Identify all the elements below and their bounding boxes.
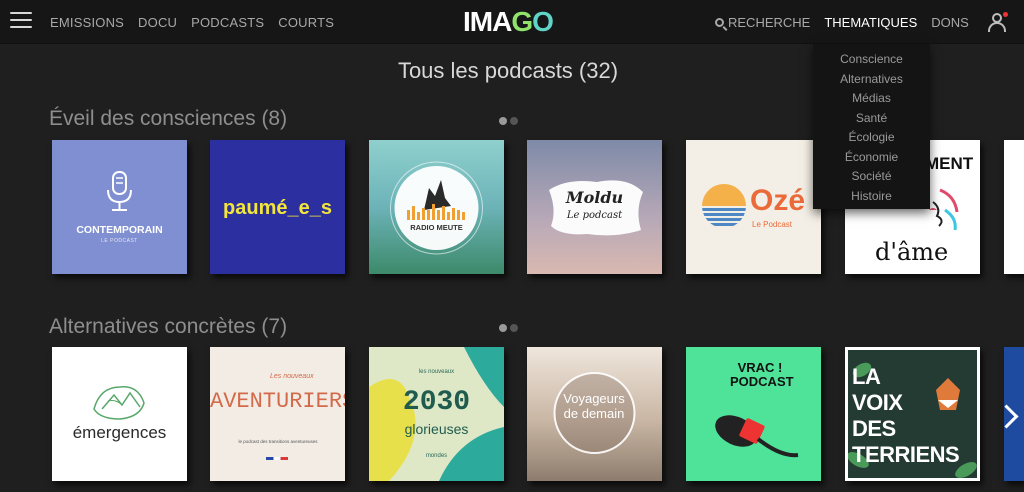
dropdown-item-histoire[interactable]: Histoire xyxy=(813,187,930,207)
carousel-next-arrow[interactable] xyxy=(994,390,1022,450)
tile-subtitle: LE PODCAST xyxy=(101,238,138,244)
tile-subtitle: Le Podcast xyxy=(752,220,793,229)
tile-title: AVENTURIERS xyxy=(210,389,345,414)
secondary-nav: RECHERCHE THEMATIQUES DONS xyxy=(715,15,969,30)
dropdown-item-societe[interactable]: Société xyxy=(813,167,930,187)
podcast-tile-voix-des-terriens[interactable]: LA VOIX DES TERRIENS xyxy=(845,347,980,481)
podcast-tile-oze[interactable]: Ozé Le Podcast xyxy=(686,140,821,274)
carousel-dots[interactable] xyxy=(499,117,518,125)
carousel-next-arrow[interactable] xyxy=(994,183,1022,243)
user-account-icon[interactable] xyxy=(987,12,1008,32)
imago-logo[interactable]: IMAGO xyxy=(463,6,554,38)
nav-dons[interactable]: DONS xyxy=(931,15,969,30)
dropdown-item-medias[interactable]: Médias xyxy=(813,89,930,109)
podcast-tile-2030-glorieuses[interactable]: les nouveaux 2030 glorieuses mondes xyxy=(369,347,504,481)
section-title-alternatives: Alternatives concrètes (7) xyxy=(49,315,288,338)
tile-title: paumé_e_s xyxy=(223,197,332,219)
nav-courts[interactable]: COURTS xyxy=(278,15,334,30)
notification-dot xyxy=(1003,12,1008,17)
tile-subtitle: d'âme xyxy=(875,238,949,266)
tile-title: RADIO MEUTE xyxy=(410,223,463,232)
mountain-illustration xyxy=(93,386,145,420)
top-navbar: EMISSIONS DOCU PODCASTS COURTS IMAGO REC… xyxy=(0,0,1024,44)
podcast-tile-vrac[interactable]: VRAC ! PODCAST xyxy=(686,347,821,481)
search-icon xyxy=(715,18,724,27)
tile-title: Voyageurs de demain xyxy=(563,391,625,421)
tile-top-text: les nouveaux xyxy=(418,369,455,375)
podcast-tile-voyageurs-de-demain[interactable]: Voyageurs de demain xyxy=(527,347,662,481)
dropdown-item-alternatives[interactable]: Alternatives xyxy=(813,70,930,90)
podcast-tile-moldu[interactable]: Moldu Le podcast xyxy=(527,140,662,274)
carousel-dots[interactable] xyxy=(499,324,518,332)
tile-title: 2030 xyxy=(402,387,471,418)
tile-top-text: Les nouveaux xyxy=(270,373,314,380)
dropdown-item-conscience[interactable]: Conscience xyxy=(813,50,930,70)
nav-podcasts[interactable]: PODCASTS xyxy=(191,15,264,30)
dropdown-item-economie[interactable]: Économie xyxy=(813,148,930,168)
tile-subtitle: glorieuses xyxy=(404,421,469,437)
tile-title: LA VOIX DES TERRIENS xyxy=(852,364,960,467)
nav-emissions[interactable]: EMISSIONS xyxy=(50,15,124,30)
podcast-tile-emergences[interactable]: émergences xyxy=(52,347,187,481)
brush-stroke-shape xyxy=(549,180,643,236)
podcast-tile-contemporain[interactable]: CONTEMPORAIN LE PODCAST xyxy=(52,140,187,274)
tile-bottom-text: mondes xyxy=(425,453,448,459)
tile-title: Moldu xyxy=(565,188,624,207)
microphone-icon xyxy=(107,171,132,211)
dropdown-item-ecologie[interactable]: Écologie xyxy=(813,128,930,148)
primary-nav: EMISSIONS DOCU PODCASTS COURTS xyxy=(50,15,334,30)
nav-thematiques[interactable]: THEMATIQUES xyxy=(824,15,917,30)
nav-recherche[interactable]: RECHERCHE xyxy=(715,15,810,30)
microphone-icon xyxy=(715,415,799,458)
podcast-tile-aventuriers[interactable]: Les nouveaux AVENTURIERS le podcast des … xyxy=(210,347,345,481)
tile-title: émergences xyxy=(72,423,167,442)
thematiques-dropdown: Conscience Alternatives Médias Santé Éco… xyxy=(813,44,930,209)
hamburger-menu-icon[interactable] xyxy=(10,12,32,30)
tile-subtitle: le podcast des transitions aventureuses xyxy=(238,439,318,444)
section-title-eveil: Éveil des consciences (8) xyxy=(49,107,288,130)
tile-subtitle: Le podcast xyxy=(566,210,623,221)
tile-title: CONTEMPORAIN xyxy=(76,224,163,236)
podcast-tile-radio-meute[interactable]: RADIO MEUTE xyxy=(369,140,504,274)
tile-title: Ozé xyxy=(750,184,806,217)
dropdown-item-sante[interactable]: Santé xyxy=(813,109,930,129)
flag-icon xyxy=(266,457,288,460)
tile-title: MENT xyxy=(925,154,974,173)
podcast-tile-paumees[interactable]: paumé_e_s xyxy=(210,140,345,274)
wolf-logo-icon xyxy=(390,161,483,255)
nav-docu[interactable]: DOCU xyxy=(138,15,177,30)
